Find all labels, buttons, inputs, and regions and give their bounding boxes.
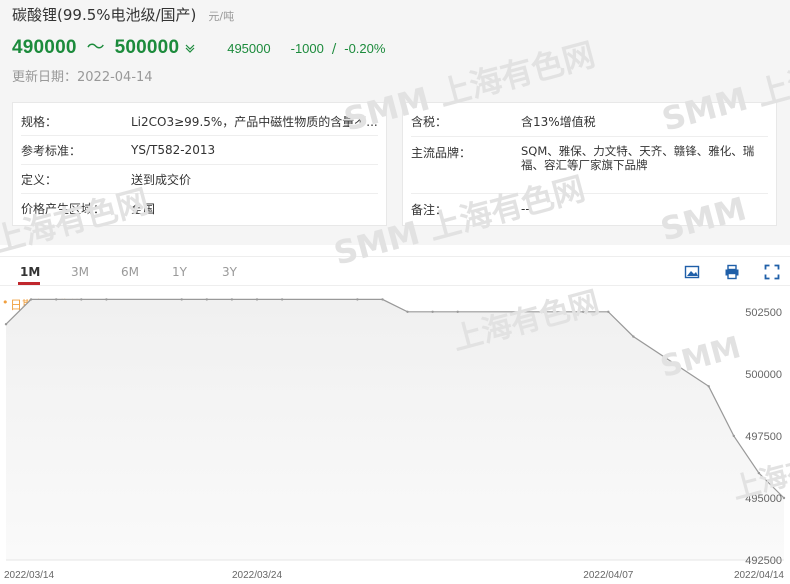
price-point — [105, 298, 108, 301]
info-row: 规格： Li2CO3≥99.5%，产品中磁性物质的含量不... — [21, 107, 378, 136]
average-price: 495000 — [227, 41, 271, 56]
info-row: 价格产生区域： 全国 — [21, 194, 378, 223]
info-key: 含税： — [411, 115, 448, 129]
price-point — [732, 434, 735, 438]
info-key: 主流品牌： — [411, 146, 472, 160]
price-area-fill — [6, 299, 784, 560]
update-date: 更新日期：2022-04-14 — [12, 70, 153, 85]
spec-card: 规格： Li2CO3≥99.5%，产品中磁性物质的含量不... 参考标准： YS/T… — [12, 102, 387, 226]
info-value: -- — [521, 202, 530, 216]
info-key: 规格： — [21, 114, 58, 129]
tab-6m[interactable]: 6M — [121, 265, 139, 279]
info-value: 送到成交价 — [131, 172, 192, 187]
image-icon[interactable] — [684, 264, 700, 280]
y-tick-label: 492500 — [745, 555, 782, 567]
price-unit: 元/吨 — [208, 10, 235, 23]
tax-brand-card: 含税： 含13%增值税 主流品牌： SQM、雅保、力文特、天齐、赣锋、雅化、瑞福、容… — [402, 102, 777, 226]
info-value: SQM、雅保、力文特、天齐、赣锋、雅化、瑞福、容汇等厂家旗下品牌 — [521, 144, 755, 172]
info-key: 备注： — [411, 202, 448, 217]
info-value: 全国 — [131, 202, 156, 216]
price-point — [782, 496, 786, 500]
x-tick-label: 2022/03/14 — [4, 570, 54, 581]
price-point — [456, 310, 459, 313]
info-row: 含税： 含13%增值税 — [411, 107, 768, 137]
down-arrow-icon — [185, 43, 195, 56]
y-tick-label: 502500 — [745, 307, 782, 319]
price-point — [230, 298, 234, 301]
price-point — [406, 310, 409, 313]
title-row: 碳酸锂(99.5%电池级/国产) 元/吨 — [12, 4, 234, 25]
print-icon[interactable] — [724, 264, 740, 280]
price-point — [255, 298, 259, 301]
info-value: YS/T582-2013 — [131, 143, 216, 157]
info-key: 价格产生区域： — [21, 202, 106, 216]
info-value: Li2CO3≥99.5%，产品中磁性物质的含量不... — [131, 114, 378, 129]
price-low: 490000 — [12, 37, 77, 58]
price-point — [381, 298, 384, 301]
price-point — [280, 298, 284, 301]
price-point — [607, 310, 610, 313]
price-header-panel: 碳酸锂(99.5%电池级/国产) 元/吨 490000 ～ 500000 495… — [0, 0, 790, 245]
tab-1m[interactable]: 1M — [20, 265, 40, 279]
info-key: 参考标准： — [21, 143, 82, 158]
price-point — [29, 298, 33, 301]
tab-3m[interactable]: 3M — [71, 265, 89, 279]
price-point — [757, 471, 761, 475]
y-tick-label: 497500 — [745, 431, 782, 443]
active-tab-indicator — [18, 282, 40, 285]
price-change: -1000 — [290, 41, 324, 56]
x-tick-label: 2022/03/24 — [232, 570, 282, 581]
price-point — [431, 310, 434, 313]
price-point — [180, 298, 183, 301]
price-change-percent: -0.20% — [344, 41, 386, 56]
price-point — [55, 298, 58, 301]
tab-3y[interactable]: 3Y — [222, 265, 237, 279]
x-tick-label: 2022/04/07 — [583, 570, 633, 581]
price-range-tilde: ～ — [86, 37, 105, 58]
info-value: 含13%增值税 — [521, 115, 596, 129]
price-row: 490000 ～ 500000 495000 -1000 / -0.20% — [12, 33, 385, 59]
info-row: 主流品牌： SQM、雅保、力文特、天齐、赣锋、雅化、瑞福、容汇等厂家旗下品牌 — [411, 137, 768, 194]
change-separator: / — [331, 42, 337, 57]
price-point — [632, 335, 635, 338]
info-row: 定义： 送到成交价 — [21, 165, 378, 194]
price-point — [356, 298, 359, 301]
price-point — [205, 298, 208, 301]
fullscreen-icon[interactable] — [764, 264, 780, 280]
info-row: 参考标准： YS/T582-2013 — [21, 136, 378, 165]
price-point — [707, 385, 710, 388]
x-tick-label: 2022/04/14 — [734, 570, 784, 581]
price-point — [4, 323, 8, 326]
price-high: 500000 — [114, 37, 180, 58]
info-key: 定义： — [21, 172, 58, 187]
info-row: 备注： -- — [411, 194, 768, 224]
price-area-chart: 502500 500000 497500 495000 492500 2022/03/14… — [4, 298, 786, 581]
tab-1y[interactable]: 1Y — [172, 265, 187, 279]
range-tabs: 1M 3M 6M 1Y 3Y — [0, 256, 790, 286]
y-tick-label: 500000 — [745, 369, 782, 381]
product-title: 碳酸锂(99.5%电池级/国产) — [12, 6, 197, 24]
y-tick-label: 495000 — [745, 493, 782, 505]
price-point — [582, 310, 585, 313]
price-point — [80, 298, 83, 301]
